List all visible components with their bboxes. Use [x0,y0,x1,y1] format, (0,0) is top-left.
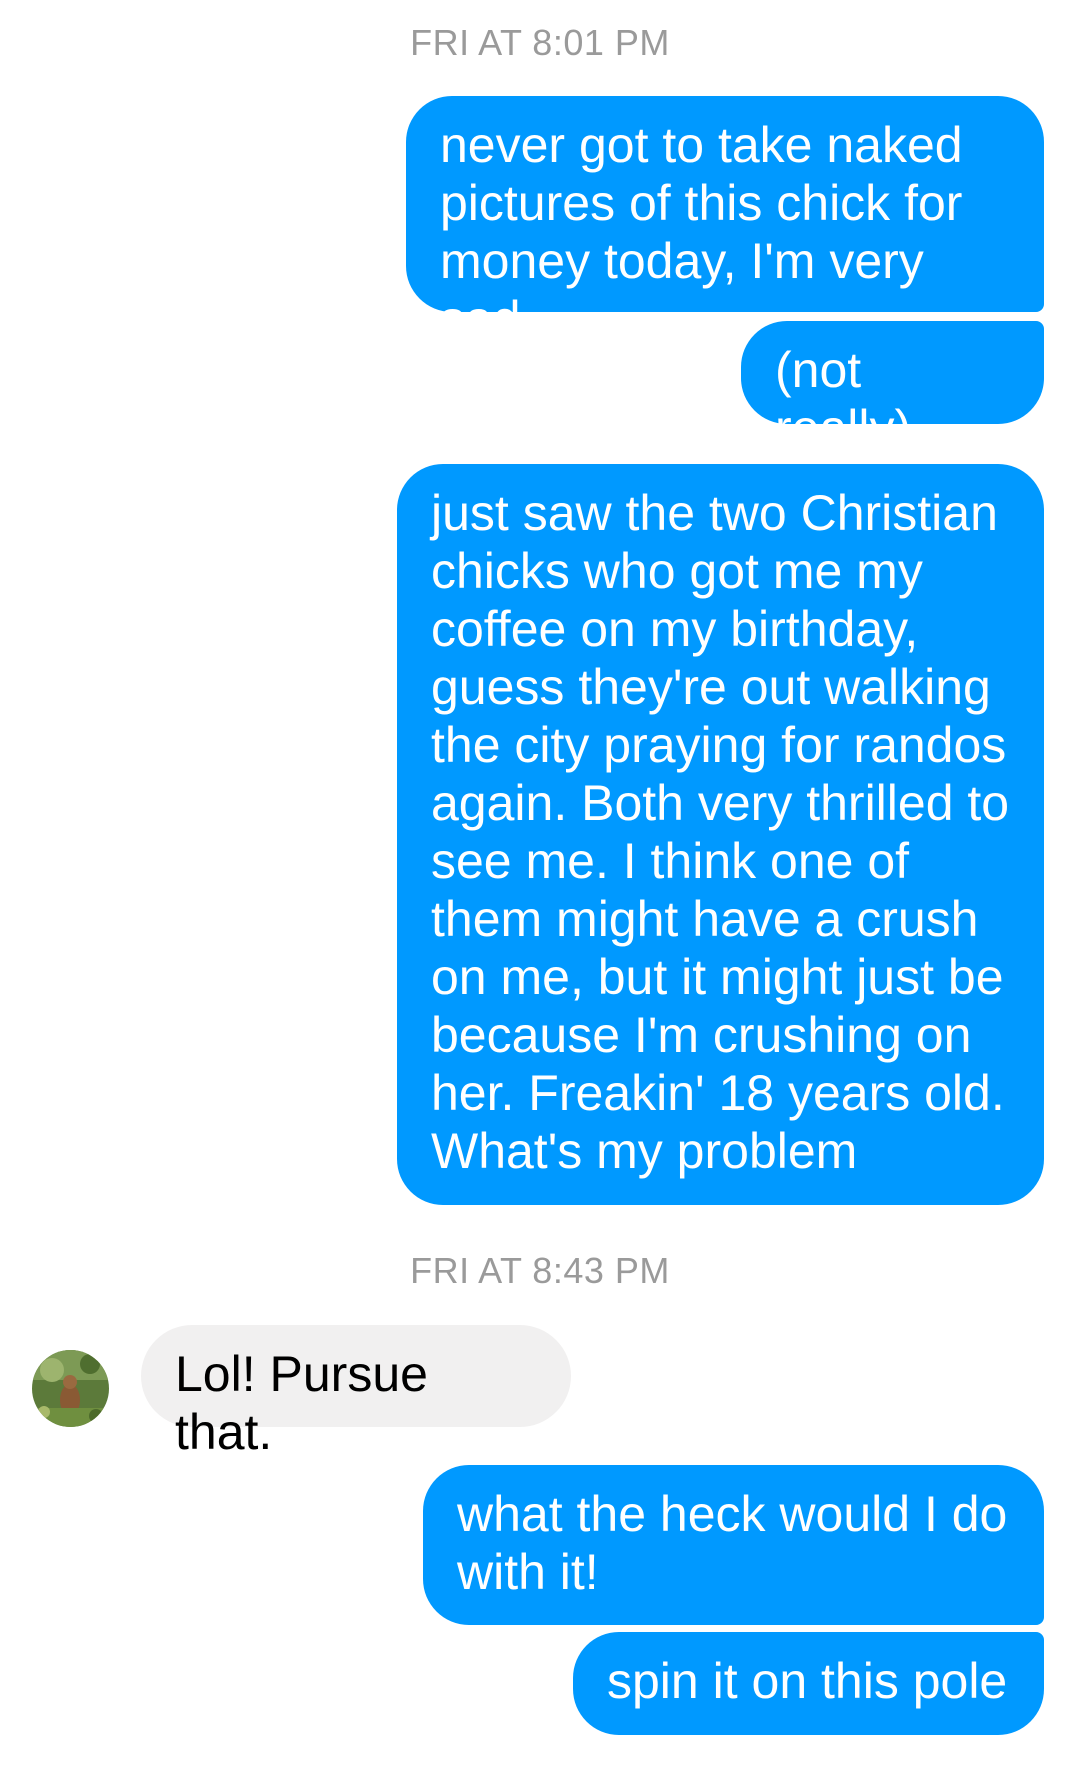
message-bubble-incoming[interactable]: Lol! Pursue that. [141,1325,571,1460]
timestamp: FRI AT 8:43 PM [410,1250,670,1291]
contact-avatar[interactable] [32,1350,109,1427]
avatar-photo-icon [32,1350,109,1427]
message-bubble-outgoing[interactable]: what the heck would I do with it! [423,1465,1044,1625]
message-bubble-outgoing[interactable]: never got to take naked pictures of this… [406,96,1044,347]
message-bubble-outgoing[interactable]: spin it on this pole [573,1632,1044,1735]
timestamp: FRI AT 8:01 PM [410,22,670,63]
message-bubble-outgoing[interactable]: just saw the two Christian chicks who go… [397,464,1044,1205]
message-bubble-outgoing[interactable]: (not really) [741,321,1044,456]
